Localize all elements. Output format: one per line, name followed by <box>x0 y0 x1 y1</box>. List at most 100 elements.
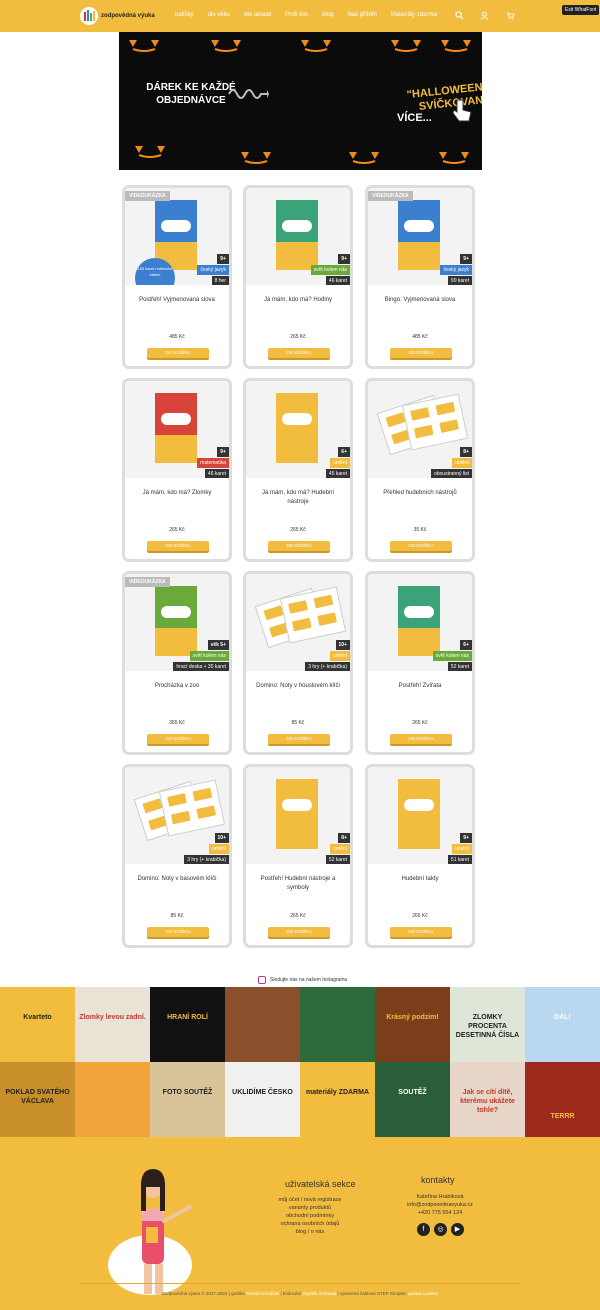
instagram-post[interactable]: Jak se cítí dítě, kterému ukážete tohle? <box>450 1062 525 1137</box>
product-image[interactable]: 9+ matematika 46 karet <box>125 381 229 478</box>
add-to-cart-button[interactable]: DO KOŠÍKU <box>268 927 330 937</box>
facebook-icon[interactable]: f <box>417 1223 430 1236</box>
product-image[interactable]: 9+ umění 51 karet <box>368 767 472 864</box>
add-to-cart-button[interactable]: DO KOŠÍKU <box>390 734 452 744</box>
banner-more-link[interactable]: VÍCE... <box>397 112 432 124</box>
footer-link-privacy[interactable]: ochrana osobních údajů <box>250 1220 370 1228</box>
product-image[interactable]: 8+ umění oboustranný list <box>368 381 472 478</box>
instagram-post[interactable]: HRANÍ ROLÍ <box>150 987 225 1062</box>
nav-item-materialy-zdarma[interactable]: Materiály zdarma <box>391 12 437 18</box>
product-image[interactable]: VIDEOUKÁZKA 9+ český jazyk 90 karet <box>368 188 472 285</box>
product-title[interactable]: Domino: Noty v basovém klíči <box>131 875 223 884</box>
graphics-credit-link[interactable]: Tomáš Kornáček <box>246 1291 280 1296</box>
product-card[interactable]: 10+ umění 3 hry (+ krabička) Domino: Noty v… <box>243 571 353 755</box>
add-to-cart-button[interactable]: DO KOŠÍKU <box>147 348 209 358</box>
site-logo[interactable]: zodpovědná výuka <box>80 7 155 25</box>
add-to-cart-button[interactable]: DO KOŠÍKU <box>268 541 330 551</box>
instagram-post[interactable] <box>300 987 375 1062</box>
product-card[interactable]: 8+ umění 52 karet Postřeh! Hudební nástroje… <box>243 764 353 948</box>
instagram-post[interactable]: TERRR <box>525 1062 600 1137</box>
instagram-post[interactable]: Zlomky levou zadní. <box>75 987 150 1062</box>
category-badge: matematika <box>197 458 229 468</box>
instagram-post[interactable] <box>225 987 300 1062</box>
nav-item-balicky[interactable]: balíčky <box>175 12 194 18</box>
product-title[interactable]: Hudební takty <box>374 875 466 884</box>
product-card[interactable]: 8+ umění oboustranný list Přehled hudebních… <box>365 378 475 562</box>
instagram-post[interactable]: UKLIDÍME ČESKO <box>225 1062 300 1137</box>
product-title[interactable]: Postřeh! Zvířata <box>374 682 466 691</box>
user-icon[interactable] <box>480 11 489 20</box>
footer-link-terms[interactable]: obchodní podmínky <box>250 1212 370 1220</box>
product-card[interactable]: VIDEOUKÁZKA 9+ český jazyk 90 karet Bingo: V… <box>365 185 475 369</box>
cookies-link[interactable]: upravit cookies <box>408 1291 438 1296</box>
instagram-post-text: POKLAD SVATÉHO VÁCLAVA <box>5 1089 70 1105</box>
cart-icon[interactable] <box>506 11 515 20</box>
product-title[interactable]: Domino: Noty v houslovém klíči <box>252 682 344 691</box>
product-image[interactable]: 105 karet rodičovké balení VIDEOUKÁZKA 9+ č… <box>125 188 229 285</box>
product-image[interactable]: 6+ umění 45 karet <box>246 381 350 478</box>
contact-email[interactable]: info@zodpovednavyuka.cz <box>390 1201 490 1209</box>
nav-item-dle-veku[interactable]: dle věku <box>208 12 230 18</box>
nav-item-blog[interactable]: blog <box>322 12 333 18</box>
product-image[interactable]: VIDEOUKÁZKA věk 5+ svět kolem nás hrací des… <box>125 574 229 671</box>
add-to-cart-button[interactable]: DO KOŠÍKU <box>390 541 452 551</box>
instagram-post[interactable]: POKLAD SVATÉHO VÁCLAVA <box>0 1062 75 1137</box>
whatfont-badge[interactable]: Exit WhatFont <box>562 5 600 15</box>
card-count-badge: 90 karet <box>447 276 472 285</box>
product-card[interactable]: 9+ matematika 46 karet Já mám, kdo má? Zlom… <box>122 378 232 562</box>
contact-phone[interactable]: +420 775 554 124 <box>390 1209 490 1217</box>
add-to-cart-button[interactable]: DO KOŠÍKU <box>268 734 330 744</box>
product-image[interactable]: 10+ umění 3 hry (+ krabička) <box>246 574 350 671</box>
product-card[interactable]: 6+ svět kolem nás 52 karet Postřeh! Zvířata… <box>365 571 475 755</box>
product-card[interactable]: VIDEOUKÁZKA věk 5+ svět kolem nás hrací des… <box>122 571 232 755</box>
instagram-post[interactable]: Krásný podzim! <box>375 987 450 1062</box>
product-image[interactable]: 6+ svět kolem nás 52 karet <box>368 574 472 671</box>
footer-link-variants[interactable]: varianty produktů <box>250 1204 370 1212</box>
product-title[interactable]: Procházka v zoo <box>131 682 223 691</box>
product-image[interactable]: 8+ umění 52 karet <box>246 767 350 864</box>
coder-credit-link[interactable]: Zbyněk Svoboda <box>302 1291 336 1296</box>
footer-link-account[interactable]: můj účet / nová registrace <box>250 1196 370 1204</box>
halloween-banner[interactable]: DÁREK KE KAŽDÉ OBJEDNÁVCE "HALLOWEENSKÁ … <box>119 32 482 170</box>
add-to-cart-button[interactable]: DO KOŠÍKU <box>390 348 452 358</box>
product-image[interactable]: 10+ umění 3 hry (+ krabička) <box>125 767 229 864</box>
video-preview-tag[interactable]: VIDEOUKÁZKA <box>125 191 170 201</box>
product-price: 265 Kč <box>290 913 306 919</box>
instagram-post[interactable]: FOTO SOUTĚŽ <box>150 1062 225 1137</box>
product-title[interactable]: Já mám, kdo má? Zlomky <box>131 489 223 498</box>
add-to-cart-button[interactable]: DO KOŠÍKU <box>147 734 209 744</box>
add-to-cart-button[interactable]: DO KOŠÍKU <box>390 927 452 937</box>
nav-item-profi-tisk[interactable]: Profi tisk <box>285 12 308 18</box>
product-title[interactable]: Já mám, kdo má? Hudební nástroje <box>252 489 344 507</box>
youtube-icon[interactable]: ▶ <box>451 1223 464 1236</box>
instagram-caption[interactable]: Sledujte nás na našem Instagramu <box>258 976 347 984</box>
nav-item-dle-oblasti[interactable]: dle oblasti <box>244 12 271 18</box>
product-title[interactable]: Já mám, kdo má? Hodiny <box>252 296 344 305</box>
add-to-cart-button[interactable]: DO KOŠÍKU <box>268 348 330 358</box>
instagram-post[interactable]: ZLOMKY PROCENTA DESETINNÁ ČÍSLA <box>450 987 525 1062</box>
product-card[interactable]: 6+ umění 45 karet Já mám, kdo má? Hudební n… <box>243 378 353 562</box>
product-title[interactable]: Postřeh! Vyjmenovaná slova <box>131 296 223 305</box>
instagram-post[interactable]: SOUTĚŽ <box>375 1062 450 1137</box>
product-card[interactable]: 9+ umění 51 karet Hudební takty 265 Kč DO KOŠ… <box>365 764 475 948</box>
product-title[interactable]: Přehled hudebních nástrojů <box>374 489 466 498</box>
footer-link-blog[interactable]: blog / o nás <box>250 1228 370 1236</box>
instagram-post[interactable] <box>75 1062 150 1137</box>
video-preview-tag[interactable]: VIDEOUKÁZKA <box>125 577 170 587</box>
nav-item-nas-pribeh[interactable]: Náš příběh <box>347 12 376 18</box>
search-icon[interactable] <box>455 11 464 20</box>
product-card[interactable]: 105 karet rodičovké balení VIDEOUKÁZKA 9+ č… <box>122 185 232 369</box>
instagram-post[interactable]: materiály ZDARMA <box>300 1062 375 1137</box>
product-title[interactable]: Postřeh! Hudební nástroje a symboly <box>252 875 344 893</box>
product-image[interactable]: 9+ svět kolem nás 46 karet <box>246 188 350 285</box>
add-to-cart-button[interactable]: DO KOŠÍKU <box>147 541 209 551</box>
card-count-badge: 52 karet <box>325 855 350 864</box>
add-to-cart-button[interactable]: DO KOŠÍKU <box>147 927 209 937</box>
product-title[interactable]: Bingo: Vyjmenovaná slova <box>374 296 466 305</box>
product-card[interactable]: 9+ svět kolem nás 46 karet Já mám, kdo má? … <box>243 185 353 369</box>
instagram-icon[interactable]: ◎ <box>434 1223 447 1236</box>
video-preview-tag[interactable]: VIDEOUKÁZKA <box>368 191 413 201</box>
instagram-post[interactable]: Kvarteto <box>0 987 75 1062</box>
product-card[interactable]: 10+ umění 3 hry (+ krabička) Domino: Noty v… <box>122 764 232 948</box>
instagram-post[interactable]: DÁL! <box>525 987 600 1062</box>
